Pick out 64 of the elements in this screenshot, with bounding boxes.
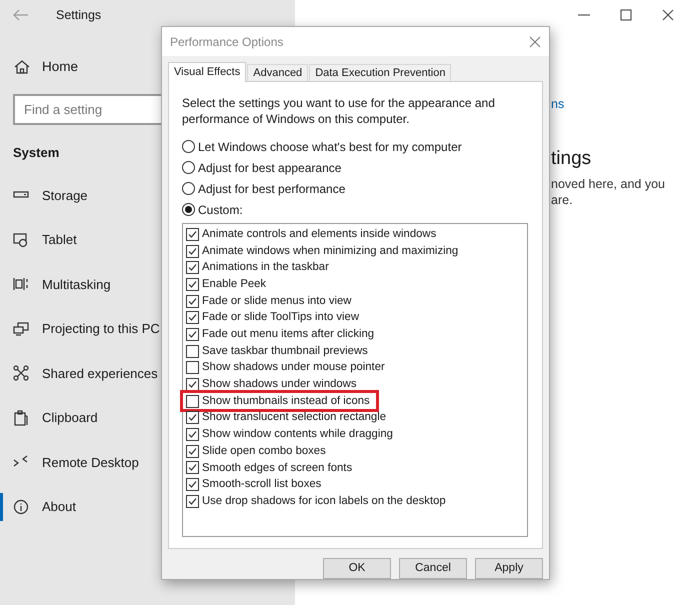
radio-button[interactable] [182, 203, 195, 216]
clipboard-icon [13, 410, 29, 426]
checkbox-label[interactable]: Save taskbar thumbnail previews [202, 342, 368, 360]
checkbox[interactable] [186, 261, 199, 274]
checkbox[interactable] [186, 278, 199, 291]
checkbox-label[interactable]: Smooth edges of screen fonts [202, 460, 352, 476]
home-icon [14, 59, 30, 75]
checkbox[interactable] [186, 294, 199, 308]
dialog-button[interactable]: Cancel [399, 558, 467, 579]
tab[interactable]: Advanced [247, 64, 308, 81]
checkbox-label[interactable]: Slide open combo boxes [202, 442, 326, 460]
section-title: tings [551, 146, 592, 171]
checkbox-label[interactable]: Animations in the taskbar [202, 259, 329, 276]
close-button[interactable] [662, 9, 674, 21]
radio-option[interactable]: Adjust for best appearance [182, 157, 542, 178]
checkbox-label[interactable]: Enable Peek [202, 276, 266, 293]
close-button[interactable] [529, 36, 541, 48]
checkbox[interactable] [186, 328, 199, 341]
checkbox[interactable] [186, 494, 199, 508]
dialog-button[interactable]: Apply [475, 558, 543, 579]
description-text: noved here, and you [551, 176, 665, 192]
checkbox-label[interactable]: Fade out menu items after clicking [202, 326, 374, 343]
checkbox[interactable] [186, 411, 199, 424]
tab[interactable]: Data Execution Prevention [309, 64, 452, 81]
radio-option[interactable]: Custom: [182, 199, 542, 220]
checkbox-label[interactable]: Animate windows when minimizing and maximizing [202, 242, 458, 260]
checkbox-label[interactable]: Show shadows under windows [202, 376, 356, 393]
dialog-button[interactable]: OK [323, 558, 391, 579]
window-title: Settings [56, 6, 102, 24]
maximize-button[interactable] [620, 9, 632, 21]
settings-link[interactable]: ns [551, 95, 564, 114]
checkbox[interactable] [186, 428, 199, 442]
checkbox[interactable] [186, 478, 199, 492]
checkbox-label[interactable]: Animate controls and elements inside windows [202, 226, 436, 243]
checkbox-label[interactable]: Show shadows under mouse pointer [202, 359, 385, 376]
multitasking-icon [13, 276, 29, 292]
radio-option[interactable]: Adjust for best performance [182, 178, 542, 199]
dialog-title: Performance Options [170, 34, 284, 50]
radio-button[interactable] [182, 140, 195, 153]
checkbox[interactable] [186, 244, 199, 258]
checkbox[interactable] [186, 444, 199, 458]
minimize-button[interactable] [578, 14, 590, 16]
checkbox-label[interactable]: Fade or slide ToolTips into view [202, 309, 359, 326]
checkbox-label[interactable]: Show translucent selection rectangle [202, 409, 386, 426]
section-heading: System [13, 144, 60, 162]
radio-button[interactable] [182, 161, 195, 174]
radio-option[interactable]: Let Windows choose what's best for my computer [182, 136, 542, 157]
nodes-icon [13, 365, 29, 382]
checkbox[interactable] [186, 461, 199, 474]
checkbox[interactable] [186, 394, 199, 408]
checkbox[interactable] [186, 361, 199, 374]
monitors-icon [13, 320, 29, 337]
checkbox-label[interactable]: Show thumbnails instead of icons [202, 392, 370, 410]
radio-button[interactable] [182, 182, 195, 195]
checkbox[interactable] [186, 228, 199, 241]
checkbox[interactable] [186, 378, 199, 392]
tablet-icon [13, 232, 29, 248]
info-icon [13, 498, 29, 515]
description-text: are. [551, 192, 573, 208]
tab[interactable]: Visual Effects [168, 62, 246, 82]
checkbox-label[interactable]: Show window contents while dragging [202, 426, 393, 444]
checkbox[interactable] [186, 344, 199, 358]
checkbox-label[interactable]: Fade or slide menus into view [202, 292, 352, 310]
checkbox[interactable] [186, 311, 199, 324]
